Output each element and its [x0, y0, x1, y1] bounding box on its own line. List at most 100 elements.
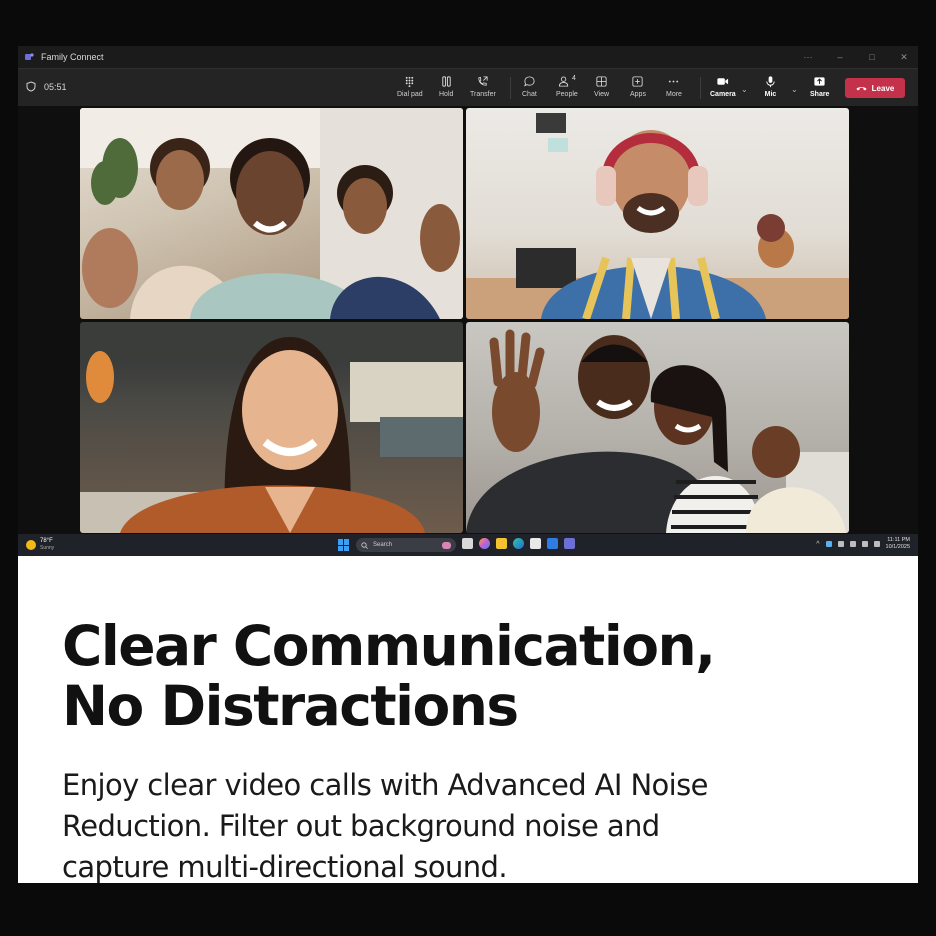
- weather-temp: 78°F: [40, 538, 53, 544]
- leave-label: Leave: [871, 83, 895, 93]
- call-timer: 05:51: [26, 81, 67, 92]
- sun-icon: [26, 540, 36, 550]
- participant-video-man-headphones[interactable]: [466, 108, 849, 319]
- maximize-icon[interactable]: □: [866, 52, 878, 62]
- onedrive-icon[interactable]: [825, 541, 832, 547]
- apps-button[interactable]: Apps: [630, 75, 646, 98]
- participant-video-family-waving[interactable]: [466, 322, 849, 533]
- chat-icon: [524, 76, 535, 87]
- system-tray: ^ 11:11 PM 10/1/2025: [816, 537, 910, 551]
- mic-options-chevron-icon[interactable]: ⌄: [791, 85, 798, 94]
- participant-video-family-group[interactable]: [80, 108, 463, 319]
- app-title: Family Connect: [41, 52, 104, 62]
- woman-smiling-image: [80, 322, 463, 533]
- people-button[interactable]: 4 People: [556, 75, 578, 98]
- windows-start-icon[interactable]: [338, 539, 350, 551]
- taskbar-clock[interactable]: 11:11 PM 10/1/2025: [886, 537, 910, 551]
- transfer-button[interactable]: Transfer: [470, 75, 496, 98]
- file-explorer-icon[interactable]: [496, 538, 507, 549]
- mic-button[interactable]: Mic: [764, 75, 777, 98]
- body-line-2: Reduction. Filter out background noise a…: [62, 809, 660, 843]
- hold-button[interactable]: Hold: [439, 75, 453, 98]
- transfer-label: Transfer: [470, 91, 496, 98]
- close-icon[interactable]: ✕: [898, 52, 910, 63]
- mic-label: Mic: [764, 91, 777, 98]
- view-icon: [596, 76, 607, 87]
- hang-up-icon: [856, 87, 867, 91]
- feature-body-text: Enjoy clear video calls with Advanced AI…: [62, 765, 762, 888]
- window-controls: ··· – □ ✕: [802, 46, 910, 68]
- feature-description-panel: Clear Communication, No Distractions Enj…: [18, 556, 918, 884]
- windows-taskbar: 78°F Sunny Search ^ 11:11 PM 10/1/2025: [18, 534, 918, 556]
- apps-label: Apps: [630, 91, 646, 98]
- dialpad-button[interactable]: Dial pad: [397, 75, 423, 98]
- window-more-button[interactable]: ···: [802, 52, 814, 62]
- headline-line-2: No Distractions: [62, 674, 519, 738]
- toolbar-divider: [700, 77, 701, 99]
- view-label: View: [594, 91, 610, 98]
- body-line-1: Enjoy clear video calls with Advanced AI…: [62, 768, 708, 802]
- people-icon: [558, 76, 569, 87]
- weather-widget[interactable]: 78°F Sunny: [26, 538, 54, 552]
- video-grid: [18, 106, 918, 534]
- edge-icon[interactable]: [513, 538, 524, 549]
- teams-call-window: Family Connect ··· – □ ✕ 05:51 Dial pad: [18, 46, 918, 556]
- settings-icon[interactable]: [547, 538, 558, 549]
- headline-line-1: Clear Communication,: [62, 614, 716, 678]
- people-count: 4: [571, 75, 576, 82]
- task-view-icon[interactable]: [462, 538, 473, 549]
- wifi-icon[interactable]: [849, 541, 856, 547]
- mic-icon: [766, 76, 775, 88]
- product-image: Family Connect ··· – □ ✕ 05:51 Dial pad: [0, 0, 936, 936]
- shield-icon: [26, 81, 36, 92]
- dialpad-label: Dial pad: [397, 91, 423, 98]
- search-highlight-icon: [442, 541, 451, 549]
- share-label: Share: [810, 91, 830, 98]
- copilot-icon[interactable]: [479, 538, 490, 549]
- share-button[interactable]: Share: [810, 75, 829, 98]
- tray-expand-chevron-icon[interactable]: ^: [816, 541, 819, 548]
- dialpad-icon: [406, 76, 414, 88]
- battery-icon[interactable]: [873, 541, 880, 547]
- chat-button[interactable]: Chat: [522, 75, 537, 98]
- search-placeholder: Search: [373, 542, 393, 548]
- more-label: More: [666, 91, 682, 98]
- camera-icon: [717, 78, 729, 85]
- more-button[interactable]: More: [666, 75, 682, 98]
- leave-button[interactable]: Leave: [845, 78, 905, 98]
- participant-video-woman-smiling[interactable]: [80, 322, 463, 533]
- hold-label: Hold: [439, 91, 454, 98]
- family-group-image: [80, 108, 463, 319]
- people-label: People: [556, 91, 578, 98]
- hold-icon: [442, 76, 451, 87]
- man-headphones-image: [466, 113, 849, 319]
- teams-logo-icon: [25, 53, 34, 60]
- apps-icon: [632, 76, 644, 87]
- search-icon: [361, 541, 368, 549]
- network-settings-icon[interactable]: [837, 541, 844, 547]
- teams-icon[interactable]: [564, 538, 575, 549]
- camera-options-chevron-icon[interactable]: ⌄: [741, 85, 748, 94]
- more-icon: [669, 80, 679, 83]
- store-icon[interactable]: [530, 538, 541, 549]
- camera-button[interactable]: Camera: [710, 75, 736, 98]
- clock-date: 10/1/2025: [885, 544, 910, 550]
- feature-headline: Clear Communication, No Distractions: [62, 616, 842, 736]
- call-toolbar: 05:51 Dial pad Hold Transfer Chat 4 Peop…: [18, 68, 918, 106]
- clock-time: 11:11 PM: [887, 537, 910, 543]
- toolbar-divider: [510, 77, 511, 99]
- call-duration: 05:51: [44, 81, 67, 92]
- taskbar-pinned-apps: [462, 538, 575, 549]
- family-waving-image: [466, 329, 849, 533]
- volume-icon[interactable]: [861, 541, 868, 547]
- share-icon: [814, 77, 825, 86]
- taskbar-search-box[interactable]: Search: [356, 538, 456, 552]
- window-titlebar: Family Connect ··· – □ ✕: [18, 46, 918, 68]
- weather-condition: Sunny: [40, 545, 55, 551]
- transfer-icon: [478, 76, 488, 86]
- body-line-3: capture multi-directional sound.: [62, 850, 508, 884]
- view-button[interactable]: View: [594, 75, 609, 98]
- minimize-icon[interactable]: –: [834, 52, 846, 62]
- camera-label: Camera: [710, 91, 736, 98]
- chat-label: Chat: [522, 91, 537, 98]
